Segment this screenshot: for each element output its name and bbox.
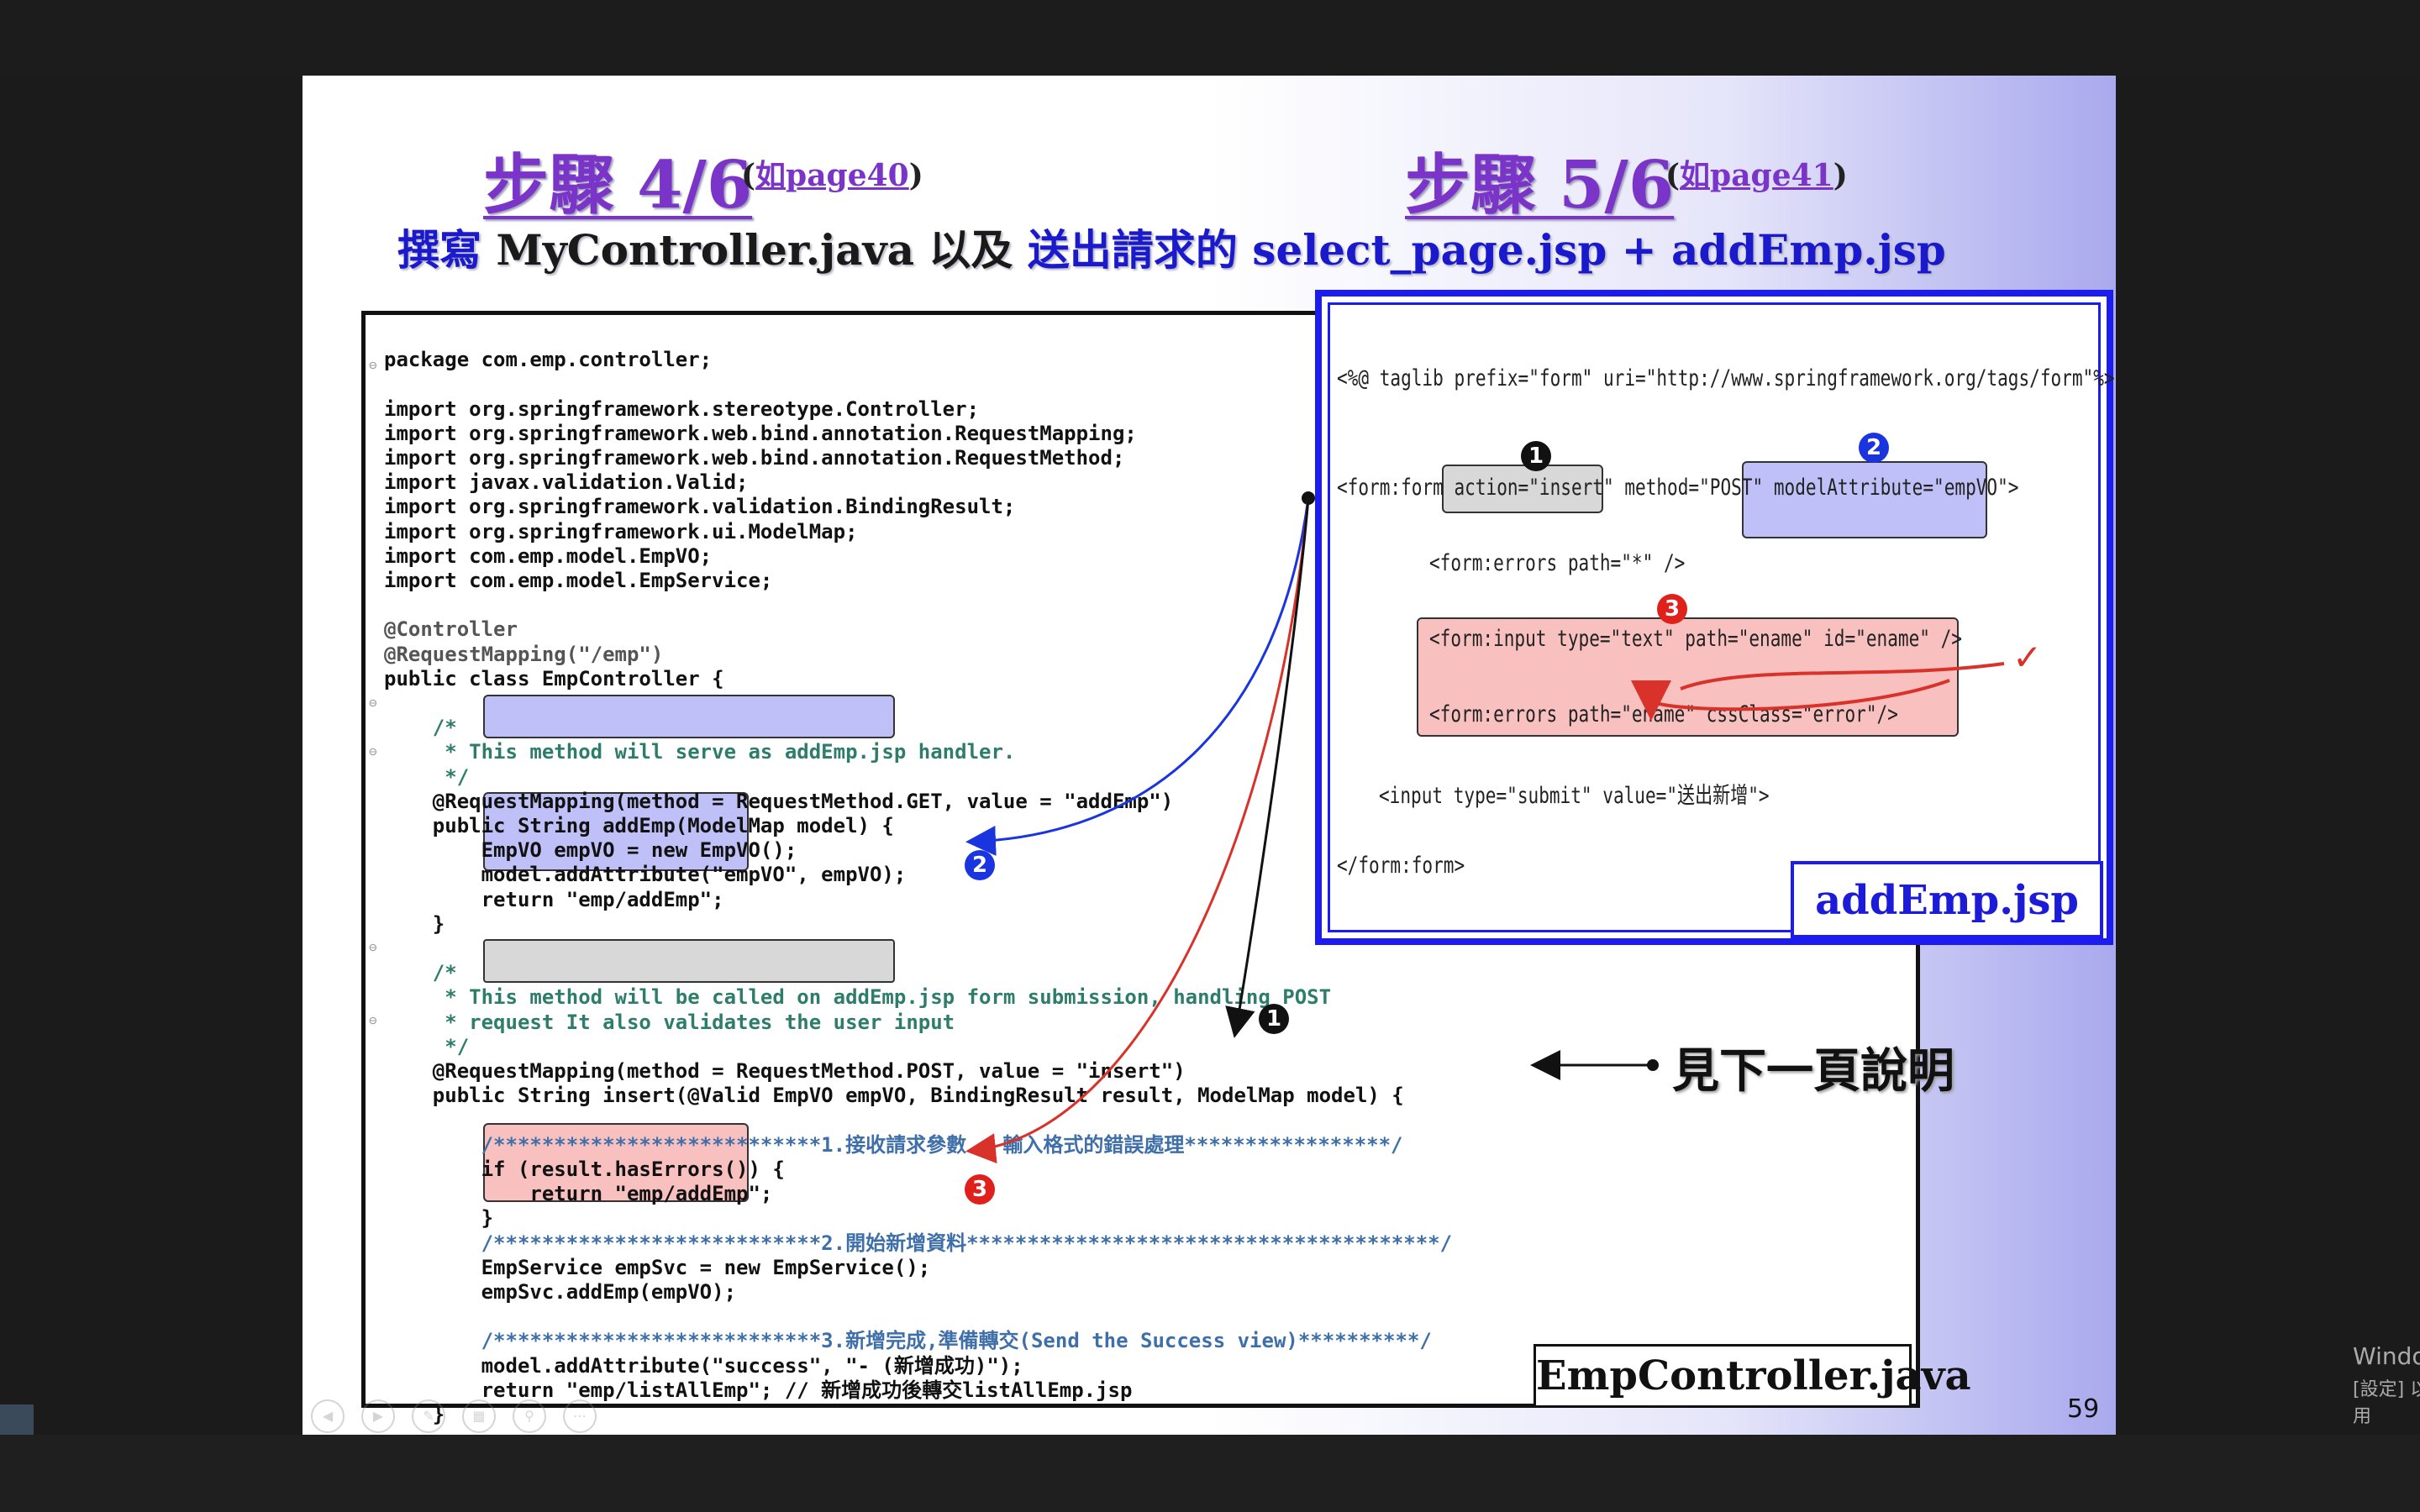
annotation-arrows (965, 491, 2005, 1163)
pen-icon[interactable]: ✎ (412, 1399, 445, 1433)
watermark-title: Windows (2353, 1342, 2420, 1370)
previous-icon[interactable]: ◀ (311, 1399, 345, 1433)
arrow-model-attribute (965, 497, 1310, 856)
more-icon[interactable]: ⋯ (563, 1399, 597, 1433)
check-mark: ✓ (2012, 637, 2043, 678)
top-letterbox-bar (0, 0, 2420, 76)
page-number: 59 (2067, 1394, 2100, 1424)
slideshow-controls: ◀ ▶ ✎ ▦ ⚲ ⋯ (311, 1399, 597, 1433)
slide: 步驟 4/6 (如page40) 步驟 5/6 (如page41) 撰寫 MyC… (302, 76, 2420, 1454)
scribble-upper (1680, 662, 2005, 690)
bottom-letterbox-bar (0, 1435, 2420, 1512)
next-icon[interactable]: ▶ (361, 1399, 395, 1433)
arrow-action-insert (1225, 497, 1310, 1038)
grid-icon[interactable]: ▦ (462, 1399, 496, 1433)
see-next-dot (1647, 1059, 1659, 1071)
arrow-errors-return (965, 497, 1310, 1163)
see-next-page-note: 見下一頁說明 (1672, 1044, 1954, 1099)
zoom-icon[interactable]: ⚲ (513, 1399, 546, 1433)
